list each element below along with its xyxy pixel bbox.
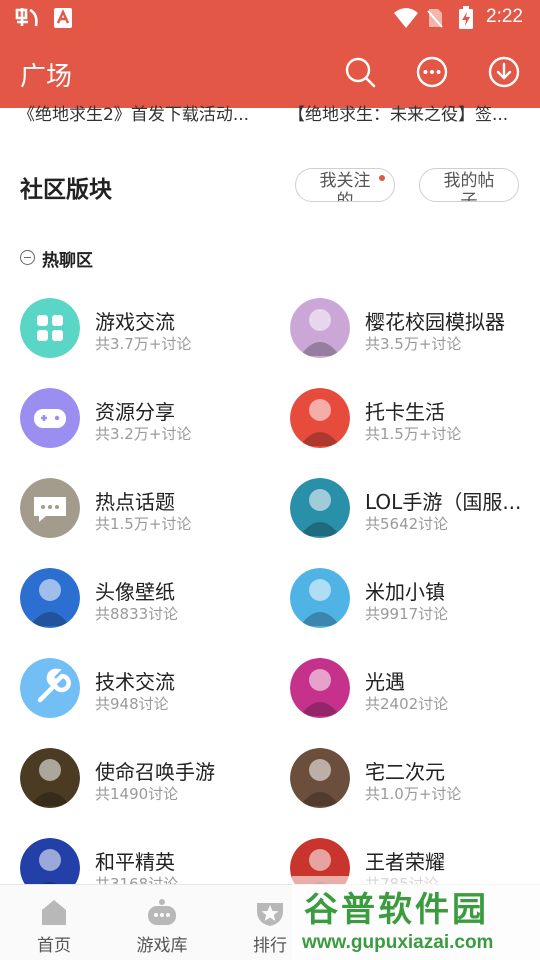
forum-item[interactable]: 米加小镇 共9917讨论 <box>290 568 540 630</box>
watermark-title: 谷普软件园 <box>304 891 489 929</box>
forum-name: 米加小镇 <box>365 580 445 604</box>
forum-avatar <box>290 568 350 628</box>
watermark: 谷普软件园 www.gupuxiazai.com <box>292 876 540 960</box>
forum-avatar <box>290 478 350 538</box>
forum-count: 共1.0万+讨论 <box>365 785 462 803</box>
banner-captions: 《绝地求生2》首发下载活动... 【绝地求生：未来之役】签... <box>0 96 540 126</box>
forum-item[interactable]: 资源分享 共3.2万+讨论 <box>20 388 270 450</box>
forum-count: 共3.5万+讨论 <box>365 335 462 353</box>
forum-count: 共2402讨论 <box>365 695 449 713</box>
forum-name: 热点话题 <box>95 490 175 514</box>
status-bar: 2:22 <box>0 0 540 36</box>
forum-name: 资源分享 <box>95 400 175 424</box>
message-icon[interactable] <box>416 56 448 88</box>
forum-count: 共3.7万+讨论 <box>95 335 192 353</box>
chat-bubble-icon <box>20 478 80 538</box>
game-library-icon <box>148 899 176 925</box>
forum-count: 共948讨论 <box>95 695 169 713</box>
forum-count: 共8833讨论 <box>95 605 179 623</box>
forum-avatar <box>20 568 80 628</box>
app-notification-icon <box>15 8 38 27</box>
forum-avatar <box>290 748 350 808</box>
forum-name: 头像壁纸 <box>95 580 175 604</box>
battery-charging-icon <box>459 6 473 29</box>
tab-label: 首页 <box>37 936 71 956</box>
page-title: 广场 <box>20 62 73 92</box>
forum-count: 共3.2万+讨论 <box>95 425 192 443</box>
forum-name: 托卡生活 <box>365 400 445 424</box>
grid-icon <box>20 298 80 358</box>
hot-section-label: 热聊区 <box>41 246 94 271</box>
forum-avatar <box>20 748 80 808</box>
my-posts-label: 我的帖子 <box>443 171 495 202</box>
forum-name: LOL手游（国服... <box>365 490 522 514</box>
gamepad-icon <box>20 388 80 448</box>
download-icon[interactable] <box>488 56 520 88</box>
banner-caption[interactable]: 【绝地求生：未来之役】签... <box>288 100 538 125</box>
home-icon <box>42 900 66 925</box>
forum-count: 共1.5万+讨论 <box>95 515 192 533</box>
no-sim-icon <box>427 9 443 28</box>
forum-item[interactable]: 宅二次元 共1.0万+讨论 <box>290 748 540 810</box>
forum-item[interactable]: 热点话题 共1.5万+讨论 <box>20 478 270 540</box>
tab-game-library[interactable]: 游戏库 <box>112 885 212 960</box>
banner-caption[interactable]: 《绝地求生2》首发下载活动... <box>18 100 268 125</box>
forum-name: 光遇 <box>365 670 405 694</box>
forum-item[interactable]: 技术交流 共948讨论 <box>20 658 270 720</box>
forum-name: 游戏交流 <box>95 310 175 334</box>
forum-count: 共5642讨论 <box>365 515 449 533</box>
follow-button[interactable]: 我关注的 <box>295 168 395 202</box>
section-title: 社区版块 <box>20 177 112 203</box>
a-app-icon <box>54 8 72 28</box>
forum-item[interactable]: LOL手游（国服... 共5642讨论 <box>290 478 540 540</box>
clock: 2:22 <box>486 6 523 27</box>
forum-item[interactable]: 头像壁纸 共8833讨论 <box>20 568 270 630</box>
forum-avatar <box>290 388 350 448</box>
forum-item[interactable]: 樱花校园模拟器 共3.5万+讨论 <box>290 298 540 360</box>
forum-name: 和平精英 <box>95 850 175 874</box>
wrench-icon <box>20 658 80 718</box>
wifi-icon <box>394 8 418 28</box>
forum-name: 王者荣耀 <box>365 850 445 874</box>
forum-item[interactable]: 游戏交流 共3.7万+讨论 <box>20 298 270 360</box>
forum-avatar <box>290 298 350 358</box>
tab-label: 游戏库 <box>136 936 188 956</box>
collapse-icon[interactable] <box>20 250 35 265</box>
forum-name: 宅二次元 <box>365 760 445 784</box>
forum-count: 共1490讨论 <box>95 785 179 803</box>
forum-name: 樱花校园模拟器 <box>365 310 505 334</box>
watermark-url: www.gupuxiazai.com <box>302 932 494 953</box>
forum-name: 技术交流 <box>95 670 175 694</box>
forum-item[interactable]: 光遇 共2402讨论 <box>290 658 540 720</box>
search-icon[interactable] <box>344 56 376 88</box>
forum-name: 使命召唤手游 <box>95 760 215 784</box>
forum-count: 共9917讨论 <box>365 605 449 623</box>
my-posts-button[interactable]: 我的帖子 <box>419 168 519 202</box>
ranking-icon <box>257 903 283 926</box>
app-header: 2:22 广场 <box>0 0 540 108</box>
notification-dot <box>379 175 385 181</box>
follow-label: 我关注的 <box>319 171 371 202</box>
forum-count: 共1.5万+讨论 <box>365 425 462 443</box>
tab-home[interactable]: 首页 <box>4 885 104 960</box>
forum-item[interactable]: 使命召唤手游 共1490讨论 <box>20 748 270 810</box>
forum-item[interactable]: 托卡生活 共1.5万+讨论 <box>290 388 540 450</box>
forum-avatar <box>290 658 350 718</box>
